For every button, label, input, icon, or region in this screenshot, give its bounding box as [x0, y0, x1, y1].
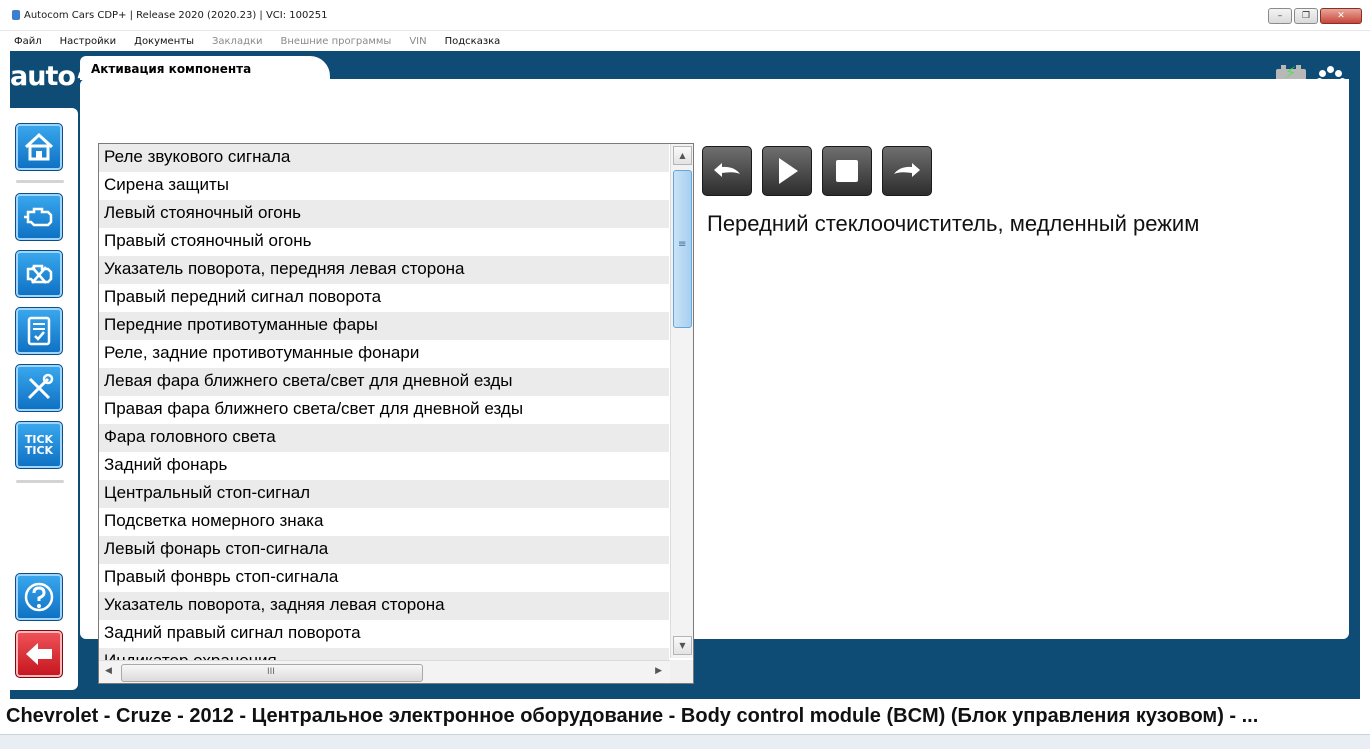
list-item[interactable]: Фара головного света — [99, 424, 669, 452]
left-sidebar: TICK TICK — [10, 108, 78, 690]
tools-button[interactable] — [15, 364, 63, 412]
wrench-screwdriver-icon — [27, 373, 54, 400]
window-controls: – ❐ ✕ — [1268, 8, 1362, 24]
previous-button[interactable] — [702, 146, 752, 196]
menu-documents[interactable]: Документы — [125, 36, 203, 47]
engine-button[interactable] — [15, 193, 63, 241]
list-item[interactable]: Правый стояночный огонь — [99, 228, 669, 256]
scroll-left-button[interactable]: ◀ — [105, 666, 112, 676]
document-check-icon — [27, 316, 51, 346]
menu-file[interactable]: Файл — [0, 36, 51, 47]
scroll-corner — [670, 660, 693, 683]
question-icon — [24, 582, 54, 612]
stop-button[interactable] — [822, 146, 872, 196]
taskbar — [0, 734, 1370, 749]
list-item[interactable]: Левая фара ближнего света/свет для дневн… — [99, 368, 669, 396]
scroll-thumb[interactable]: ≡ — [673, 170, 692, 328]
menu-help[interactable]: Подсказка — [436, 36, 510, 47]
horizontal-scroll-thumb[interactable]: III — [121, 664, 423, 682]
scroll-grip-icon: ≡ — [678, 239, 687, 250]
component-list[interactable]: Реле звукового сигнала Сирена защиты Левый… — [98, 143, 694, 684]
tick-tick-icon: TICK TICK — [24, 433, 54, 457]
play-icon — [779, 158, 798, 184]
next-button[interactable] — [882, 146, 932, 196]
engine-crossed-icon — [26, 264, 53, 284]
app-icon — [12, 10, 20, 20]
window-title: Autocom Cars CDP+ | Release 2020 (2020.2… — [24, 10, 328, 21]
activation-controls — [702, 146, 932, 196]
list-item[interactable]: Сирена защиты — [99, 172, 669, 200]
help-button[interactable] — [15, 573, 63, 621]
undo-arrow-icon — [714, 163, 740, 177]
list-item[interactable]: Задний фонарь — [99, 452, 669, 480]
menu-vin[interactable]: VIN — [400, 36, 435, 47]
minimize-button[interactable]: – — [1268, 8, 1292, 24]
list-item[interactable]: Передние противотуманные фары — [99, 312, 669, 340]
list-item[interactable]: Реле, задние противотуманные фонари — [99, 340, 669, 368]
status-bar: Chevrolet - Cruze - 2012 - Центральное э… — [0, 699, 1370, 734]
tab-label: Активация компонента — [91, 62, 252, 76]
list-item[interactable]: Левый стояночный огонь — [99, 200, 669, 228]
menu-settings[interactable]: Настройки — [51, 36, 125, 47]
scroll-grip-icon: III — [267, 667, 275, 677]
scroll-right-button[interactable]: ▶ — [655, 666, 662, 676]
horizontal-scrollbar[interactable]: ◀ III ▶ — [99, 660, 670, 683]
list-item[interactable]: Правый передний сигнал поворота — [99, 284, 669, 312]
menu-bar: Файл Настройки Документы Закладки Внешни… — [0, 31, 1370, 51]
vehicle-breadcrumb: Chevrolet - Cruze - 2012 - Центральное э… — [6, 705, 1259, 727]
sidebar-separator — [16, 180, 64, 183]
stop-icon — [836, 160, 858, 182]
menu-bookmarks[interactable]: Закладки — [203, 36, 272, 47]
play-button[interactable] — [762, 146, 812, 196]
list-item[interactable]: Подсветка номерного знака — [99, 508, 669, 536]
list-item[interactable]: Центральный стоп-сигнал — [99, 480, 669, 508]
list-item[interactable]: Указатель поворота, задняя левая сторона — [99, 592, 669, 620]
list-item[interactable]: Задний правый сигнал поворота — [99, 620, 669, 648]
arrow-left-icon — [26, 643, 52, 665]
engine-fault-button[interactable] — [15, 250, 63, 298]
list-item[interactable]: Левый фонарь стоп-сигнала — [99, 536, 669, 564]
list-item[interactable]: Указатель поворота, передняя левая сторо… — [99, 256, 669, 284]
list-item[interactable]: Правый фонврь стоп-сигнала — [99, 564, 669, 592]
report-button[interactable] — [15, 307, 63, 355]
component-description: Передний стеклоочиститель, медленный реж… — [707, 211, 1200, 236]
component-list-rows: Реле звукового сигнала Сирена защиты Левый… — [99, 144, 669, 664]
home-button[interactable] — [15, 123, 63, 171]
scroll-up-button[interactable]: ▲ — [673, 146, 692, 165]
menu-external-programs[interactable]: Внешние программы — [272, 36, 401, 47]
engine-icon — [24, 207, 53, 227]
tick-tick-button[interactable]: TICK TICK — [15, 421, 63, 469]
window-titlebar: Autocom Cars CDP+ | Release 2020 (2020.2… — [0, 0, 1370, 31]
close-button[interactable]: ✕ — [1320, 8, 1362, 24]
maximize-button[interactable]: ❐ — [1294, 8, 1318, 24]
list-item[interactable]: Правая фара ближнего света/свет для днев… — [99, 396, 669, 424]
home-icon — [24, 132, 54, 161]
sidebar-separator — [16, 480, 64, 483]
redo-arrow-icon — [894, 163, 920, 177]
tab-component-activation[interactable]: Активация компонента — [80, 56, 330, 80]
scroll-down-button[interactable]: ▼ — [673, 636, 692, 655]
vertical-scrollbar[interactable]: ▲ ≡ ▼ — [670, 144, 693, 658]
back-button[interactable] — [15, 630, 63, 678]
list-item[interactable]: Реле звукового сигнала — [99, 144, 669, 172]
